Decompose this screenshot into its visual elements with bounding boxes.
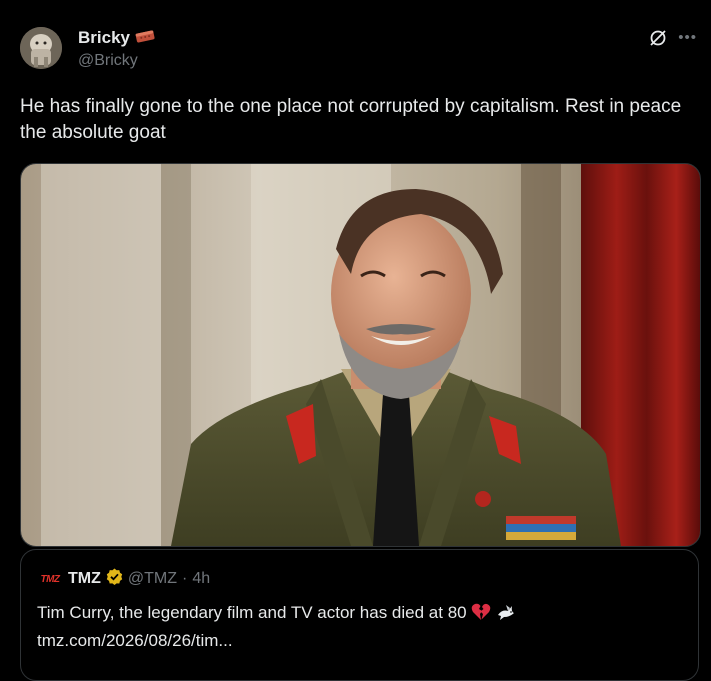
avatar[interactable] — [20, 27, 62, 69]
display-name[interactable]: Bricky — [78, 28, 130, 48]
tmz-logo: TMZ — [37, 573, 63, 585]
quoted-link[interactable]: tmz.com/2026/08/26/tim... — [37, 628, 677, 653]
tweet-text: He has finally gone to the one place not… — [20, 96, 682, 143]
user-handle[interactable]: @Bricky — [78, 52, 138, 70]
dove-icon — [496, 603, 516, 628]
quoted-timestamp[interactable]: 4h — [192, 570, 210, 588]
broken-heart-icon — [471, 603, 491, 628]
portrait-photo-icon — [21, 164, 700, 546]
quoted-text: Tim Curry, the legendary film and TV act… — [37, 603, 467, 622]
quoted-handle[interactable]: @TMZ — [128, 570, 177, 588]
quoted-display-name[interactable]: TMZ — [68, 570, 101, 588]
verified-badge-icon — [106, 568, 123, 590]
more-options-icon[interactable]: ••• — [678, 28, 697, 48]
quoted-text-line: Tim Curry, the legendary film and TV act… — [37, 600, 677, 628]
tweet-media-photo[interactable] — [20, 163, 701, 547]
brick-icon — [135, 29, 155, 48]
quoted-tweet-card[interactable]: TMZ TMZ @TMZ · 4h Tim Curry, the legenda… — [20, 549, 699, 681]
grok-icon[interactable] — [648, 28, 668, 48]
separator-dot: · — [182, 570, 188, 587]
